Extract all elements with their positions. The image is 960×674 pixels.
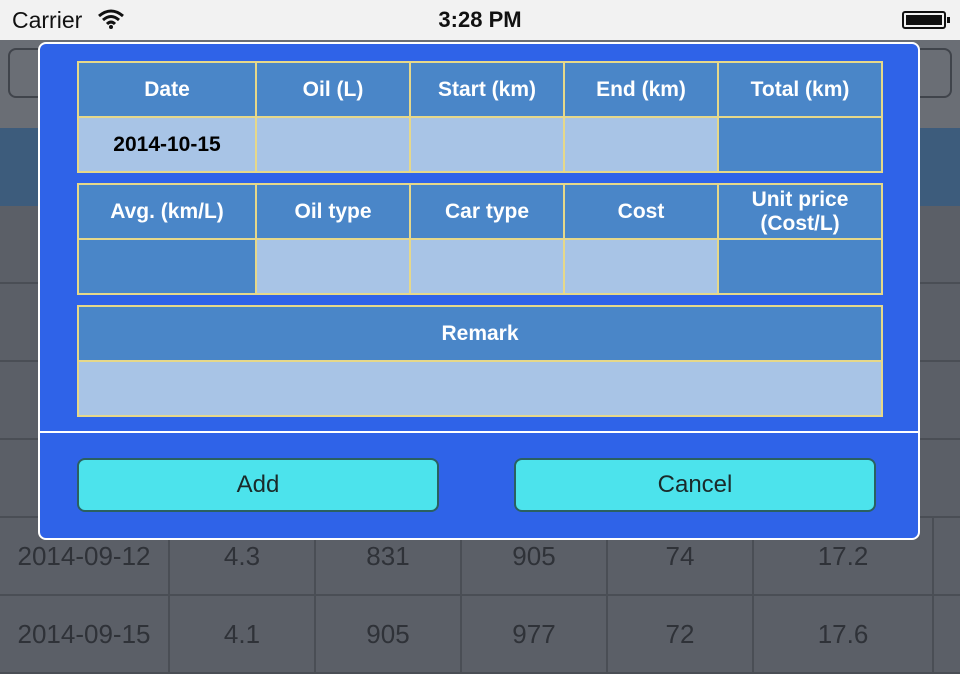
row-start: 905 <box>316 596 462 672</box>
oil-field[interactable] <box>257 118 409 171</box>
header-start: Start (km) <box>411 63 563 116</box>
avg-value <box>79 240 255 293</box>
table-row: 2014-09-15 4.1 905 977 72 17.6 <box>0 596 960 674</box>
row-avg: 17.6 <box>754 596 934 672</box>
record-grid-1: Date Oil (L) Start (km) End (km) Total (… <box>77 61 883 173</box>
cost-field[interactable] <box>565 240 717 293</box>
row-total: 72 <box>608 596 754 672</box>
cancel-button[interactable]: Cancel <box>514 458 876 512</box>
add-record-dialog: Date Oil (L) Start (km) End (km) Total (… <box>38 42 920 540</box>
row-oil: 4.1 <box>170 596 316 672</box>
row-end: 977 <box>462 596 608 672</box>
battery-icon <box>902 11 950 29</box>
header-date: Date <box>79 63 255 116</box>
header-unit-price: Unit price (Cost/L) <box>719 185 881 238</box>
header-car-type: Car type <box>411 185 563 238</box>
header-remark: Remark <box>79 307 881 360</box>
header-oil: Oil (L) <box>257 63 409 116</box>
start-km-field[interactable] <box>411 118 563 171</box>
header-total: Total (km) <box>719 63 881 116</box>
date-field[interactable]: 2014-10-15 <box>79 118 255 171</box>
unit-price-value <box>719 240 881 293</box>
status-bar: Carrier 3:28 PM <box>0 0 960 40</box>
header-oil-type: Oil type <box>257 185 409 238</box>
oil-type-field[interactable] <box>257 240 409 293</box>
clock: 3:28 PM <box>438 7 522 32</box>
car-type-field[interactable] <box>411 240 563 293</box>
add-button[interactable]: Add <box>77 458 439 512</box>
header-avg: Avg. (km/L) <box>79 185 255 238</box>
remark-field[interactable] <box>79 362 881 415</box>
remark-grid: Remark <box>77 305 883 417</box>
record-grid-2: Avg. (km/L) Oil type Car type Cost Unit … <box>77 183 883 295</box>
dialog-divider <box>40 431 918 433</box>
total-km-value <box>719 118 881 171</box>
header-cost: Cost <box>565 185 717 238</box>
row-date: 2014-09-15 <box>0 596 170 672</box>
end-km-field[interactable] <box>565 118 717 171</box>
header-end: End (km) <box>565 63 717 116</box>
